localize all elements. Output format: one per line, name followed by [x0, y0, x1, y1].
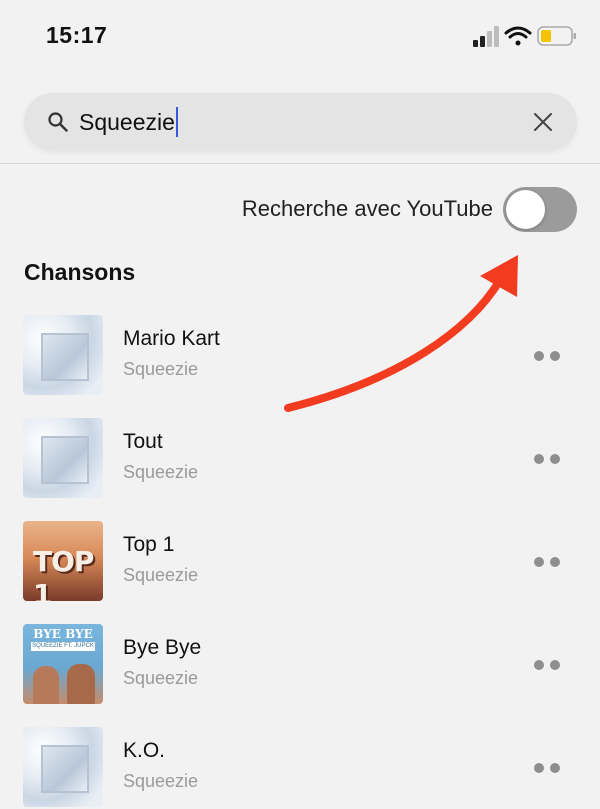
song-artist: Squeezie — [123, 565, 199, 585]
signal-icon — [473, 26, 499, 47]
cover-text: BYE BYE — [33, 627, 93, 641]
song-title: K.O. — [123, 739, 166, 762]
song-row[interactable]: Tout Squeezie — [0, 418, 600, 498]
cover-person — [33, 666, 59, 704]
song-title: Tout — [123, 430, 163, 453]
more-options-icon[interactable] — [534, 351, 564, 361]
album-cover — [23, 727, 103, 807]
more-options-icon[interactable] — [534, 660, 564, 670]
search-query: Squeezie — [79, 109, 175, 135]
song-title: Mario Kart — [123, 327, 220, 350]
status-icons — [473, 26, 576, 47]
cover-subtext: SQUEEZIE FT. JUPCK — [31, 642, 95, 651]
more-options-icon[interactable] — [534, 763, 564, 773]
song-row[interactable]: TOP 1 Top 1 Squeezie — [0, 521, 600, 601]
cover-person — [67, 664, 95, 704]
search-bar[interactable]: Squeezie — [24, 93, 577, 151]
search-input[interactable]: Squeezie — [79, 107, 178, 137]
song-title: Bye Bye — [123, 636, 202, 659]
song-artist: Squeezie — [123, 771, 199, 791]
song-artist: Squeezie — [123, 462, 199, 482]
album-cover — [23, 315, 103, 395]
album-cover: BYE BYE SQUEEZIE FT. JUPCK — [23, 624, 103, 704]
status-time: 15:17 — [46, 22, 108, 48]
header-divider — [0, 163, 600, 164]
more-options-icon[interactable] — [534, 557, 564, 567]
wifi-icon — [504, 26, 532, 46]
album-cover — [23, 418, 103, 498]
youtube-toggle-label: Recherche avec YouTube — [241, 196, 493, 221]
more-options-icon[interactable] — [534, 454, 564, 464]
song-artist: Squeezie — [123, 359, 199, 379]
status-bar: 15:17 — [0, 0, 600, 70]
text-caret — [175, 107, 178, 137]
section-title: Chansons — [24, 259, 136, 285]
song-row[interactable]: BYE BYE SQUEEZIE FT. JUPCK Bye Bye Squee… — [0, 624, 600, 704]
close-icon[interactable] — [533, 112, 553, 132]
toggle-knob — [506, 190, 545, 229]
song-title: Top 1 — [123, 533, 175, 556]
cover-text: TOP 1 — [33, 545, 94, 601]
song-artist: Squeezie — [123, 668, 199, 688]
song-row[interactable]: Mario Kart Squeezie — [0, 315, 600, 395]
youtube-toggle[interactable] — [503, 187, 577, 232]
search-icon — [48, 112, 68, 132]
album-cover: TOP 1 — [23, 521, 103, 601]
battery-icon — [537, 26, 576, 46]
song-row[interactable]: K.O. Squeezie — [0, 727, 600, 807]
